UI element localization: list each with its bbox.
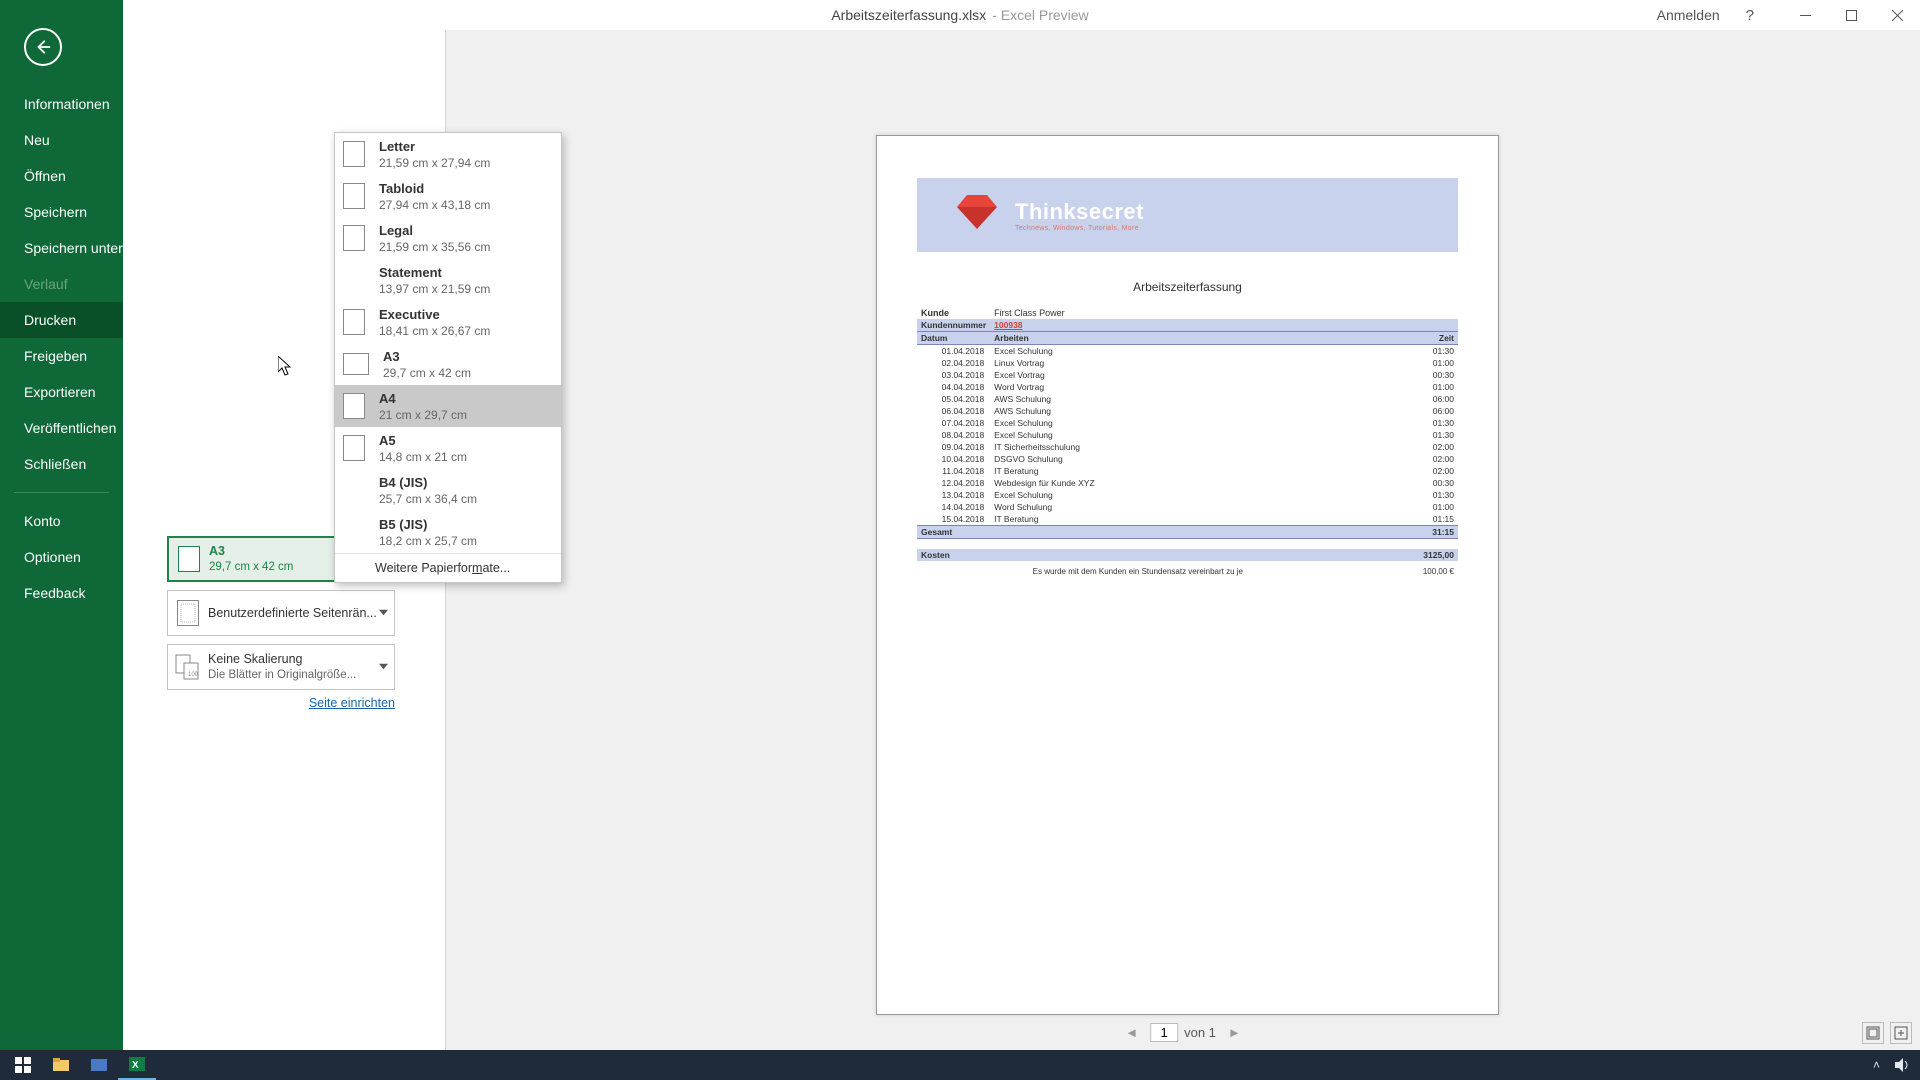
- tray-volume-icon[interactable]: [1894, 1057, 1910, 1073]
- tray-chevron-icon[interactable]: ˄: [1873, 1058, 1880, 1072]
- note-text: Es wurde mit dem Kunden ein Stundensatz …: [917, 561, 1359, 577]
- paper-option-legal[interactable]: Legal21,59 cm x 35,56 cm: [335, 217, 561, 259]
- scaling-label: Keine Skalierung: [208, 652, 303, 666]
- table-row: 07.04.2018Excel Schulung01:30: [917, 417, 1458, 429]
- window-title-suffix: - Excel Preview: [992, 7, 1088, 23]
- print-settings-panel: Letter21,59 cm x 27,94 cmTabloid27,94 cm…: [167, 66, 395, 712]
- login-link[interactable]: Anmelden: [1657, 7, 1720, 23]
- show-margins-button[interactable]: [1862, 1022, 1884, 1044]
- col-time: Zeit: [1359, 332, 1458, 345]
- paper-size-name: A3: [209, 544, 225, 558]
- file-explorer-taskbar-icon[interactable]: [42, 1050, 80, 1080]
- logo-icon: [947, 195, 1007, 235]
- nav-item-schließen[interactable]: Schließen: [0, 446, 123, 482]
- nav-item-speichern-unter[interactable]: Speichern unter: [0, 230, 123, 266]
- paper-option-a4[interactable]: A421 cm x 29,7 cm: [335, 385, 561, 427]
- page-setup-link[interactable]: Seite einrichten: [309, 696, 395, 710]
- nav-item-öffnen[interactable]: Öffnen: [0, 158, 123, 194]
- kunde-value: First Class Power: [990, 304, 1458, 319]
- nav-item-speichern[interactable]: Speichern: [0, 194, 123, 230]
- chevron-down-icon: [379, 658, 388, 676]
- preview-page: Thinksecret Technews, Windows, Tutorials…: [876, 135, 1499, 1015]
- table-row: 03.04.2018Excel Vortrag00:30: [917, 369, 1458, 381]
- paper-option-a3[interactable]: A329,7 cm x 42 cm: [335, 343, 561, 385]
- col-date: Datum: [917, 332, 990, 345]
- nav-item-optionen[interactable]: Optionen: [0, 539, 123, 575]
- scaling-selector[interactable]: 100 Keine Skalierung Die Blätter in Orig…: [167, 644, 395, 690]
- col-work: Arbeiten: [990, 332, 1358, 345]
- backstage-sidebar: InformationenNeuÖffnenSpeichernSpeichern…: [0, 0, 123, 1050]
- cost-label: Kosten: [917, 549, 990, 561]
- kunde-label: Kunde: [921, 308, 949, 318]
- page-navigator: ◄ von 1 ►: [1119, 1023, 1247, 1042]
- note-rate: 100,00 €: [1359, 561, 1458, 577]
- close-button[interactable]: [1874, 0, 1920, 30]
- table-row: 05.04.2018AWS Schulung06:00: [917, 393, 1458, 405]
- nav-item-veröffentlichen[interactable]: Veröffentlichen: [0, 410, 123, 446]
- table-row: 06.04.2018AWS Schulung06:00: [917, 405, 1458, 417]
- table-row: 15.04.2018IT Beratung01:15: [917, 513, 1458, 526]
- nav-item-freigeben[interactable]: Freigeben: [0, 338, 123, 374]
- doc-title: Arbeitszeiterfassung: [917, 280, 1458, 294]
- table-row: 01.04.2018Excel Schulung01:30: [917, 345, 1458, 358]
- paper-option-statement[interactable]: Statement13,97 cm x 21,59 cm: [335, 259, 561, 301]
- chevron-down-icon: [379, 604, 388, 622]
- scaling-sub: Die Blätter in Originalgröße...: [208, 668, 394, 683]
- page-number-input[interactable]: [1150, 1023, 1178, 1042]
- logo-subtitle: Technews, Windows, Tutorials, More: [1015, 225, 1144, 232]
- paper-option-letter[interactable]: Letter21,59 cm x 27,94 cm: [335, 133, 561, 175]
- paper-option-a5[interactable]: A514,8 cm x 21 cm: [335, 427, 561, 469]
- prev-page-button[interactable]: ◄: [1119, 1025, 1144, 1040]
- nav-item-drucken[interactable]: Drucken: [0, 302, 123, 338]
- next-page-button[interactable]: ►: [1222, 1025, 1247, 1040]
- windows-taskbar: X ˄: [0, 1050, 1920, 1080]
- nav-item-konto[interactable]: Konto: [0, 503, 123, 539]
- window-title: Arbeitszeiterfassung.xlsx: [831, 7, 986, 23]
- app-taskbar-icon[interactable]: [80, 1050, 118, 1080]
- paper-option-executive[interactable]: Executive18,41 cm x 26,67 cm: [335, 301, 561, 343]
- table-row: 13.04.2018Excel Schulung01:30: [917, 489, 1458, 501]
- timesheet-table: Kunde First Class Power Kundennummer 10093…: [917, 304, 1458, 577]
- excel-taskbar-icon[interactable]: X: [118, 1050, 156, 1080]
- logo-text: Thinksecret: [1015, 199, 1144, 225]
- paper-option-b4-jis-[interactable]: B4 (JIS)25,7 cm x 36,4 cm: [335, 469, 561, 511]
- titlebar: Arbeitszeiterfassung.xlsx - Excel Previe…: [0, 0, 1920, 30]
- margins-selector[interactable]: Benutzerdefinierte Seitenrän...: [167, 590, 395, 636]
- kundennr-value: 100938: [994, 320, 1022, 330]
- total-value: 31:15: [1359, 526, 1458, 539]
- table-row: 10.04.2018DSGVO Schulung02:00: [917, 453, 1458, 465]
- paper-option-b5-jis-[interactable]: B5 (JIS)18,2 cm x 25,7 cm: [335, 511, 561, 553]
- page-of-label: von 1: [1184, 1025, 1216, 1040]
- paper-size-dropdown[interactable]: Letter21,59 cm x 27,94 cmTabloid27,94 cm…: [334, 132, 562, 583]
- cost-value: 3125,00: [990, 549, 1458, 561]
- nav-item-exportieren[interactable]: Exportieren: [0, 374, 123, 410]
- table-row: 12.04.2018Webdesign für Kunde XYZ00:30: [917, 477, 1458, 489]
- start-button[interactable]: [4, 1050, 42, 1080]
- help-button[interactable]: ?: [1746, 7, 1754, 24]
- table-row: 08.04.2018Excel Schulung01:30: [917, 429, 1458, 441]
- minimize-button[interactable]: [1782, 0, 1828, 30]
- svg-text:X: X: [132, 1060, 139, 1071]
- back-button[interactable]: [24, 28, 62, 66]
- print-preview-area: Thinksecret Technews, Windows, Tutorials…: [445, 30, 1920, 1050]
- table-row: 09.04.2018IT Sicherheitsschulung02:00: [917, 441, 1458, 453]
- margins-label: Benutzerdefinierte Seitenrän...: [208, 606, 377, 620]
- svg-text:100: 100: [188, 672, 199, 678]
- kundennr-label: Kundennummer: [917, 319, 990, 332]
- table-row: 11.04.2018IT Beratung02:00: [917, 465, 1458, 477]
- maximize-button[interactable]: [1828, 0, 1874, 30]
- zoom-to-page-button[interactable]: [1890, 1022, 1912, 1044]
- paper-option-tabloid[interactable]: Tabloid27,94 cm x 43,18 cm: [335, 175, 561, 217]
- more-paper-sizes[interactable]: Weitere Papierformate...: [335, 553, 561, 582]
- nav-separator: [14, 492, 109, 493]
- total-label: Gesamt: [917, 526, 990, 539]
- nav-item-informationen[interactable]: Informationen: [0, 86, 123, 122]
- nav-item-neu[interactable]: Neu: [0, 122, 123, 158]
- table-row: 14.04.2018Word Schulung01:00: [917, 501, 1458, 513]
- nav-item-verlauf: Verlauf: [0, 266, 123, 302]
- nav-item-feedback[interactable]: Feedback: [0, 575, 123, 611]
- doc-header-band: Thinksecret Technews, Windows, Tutorials…: [917, 178, 1458, 252]
- table-row: 04.04.2018Word Vortrag01:00: [917, 381, 1458, 393]
- table-row: 02.04.2018Linux Vortrag01:00: [917, 357, 1458, 369]
